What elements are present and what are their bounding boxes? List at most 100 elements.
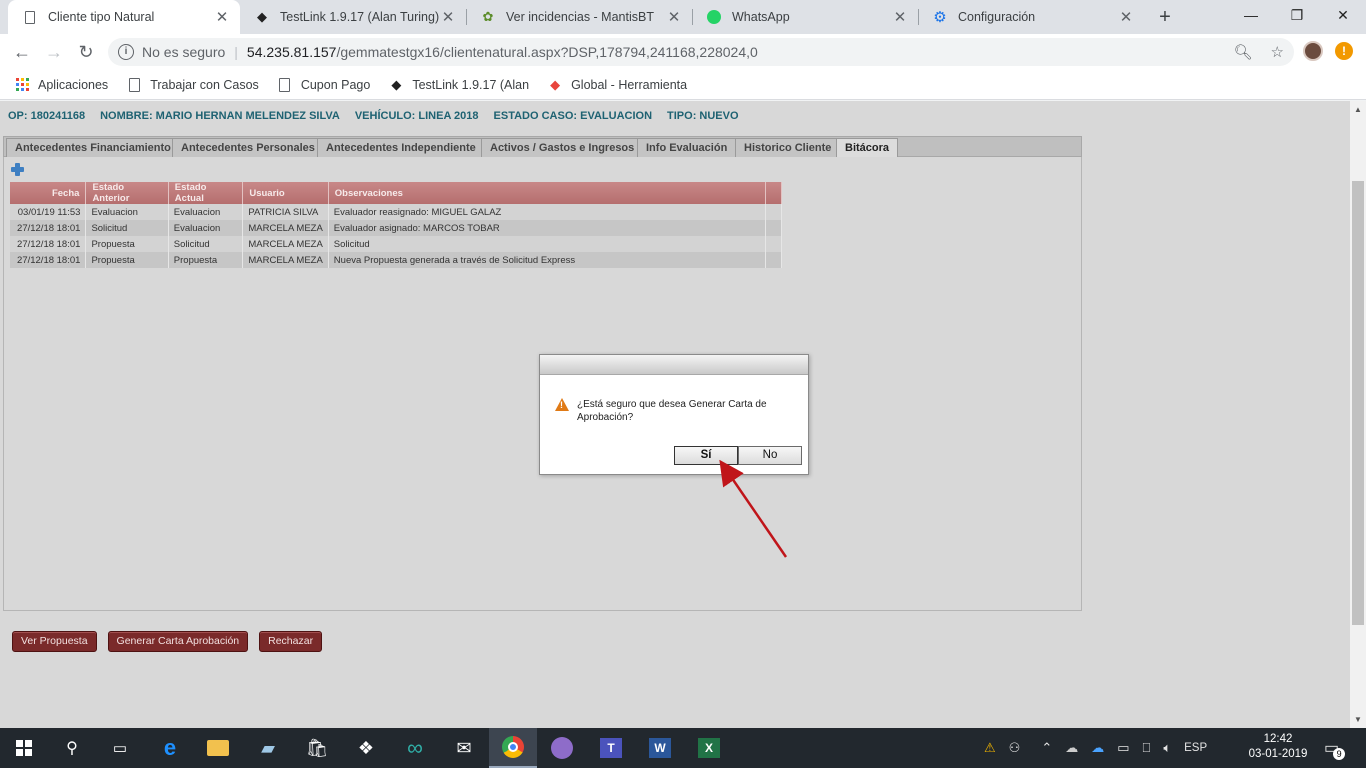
generar-carta-aprobacion-button[interactable]: Generar Carta Aprobación bbox=[107, 631, 249, 652]
notes-icon[interactable]: ▰ bbox=[244, 728, 292, 768]
browser-tab-whatsapp[interactable]: WhatsApp ✕ bbox=[692, 0, 918, 34]
browser-tab-mantis[interactable]: ✿ Ver incidencias - MantisBT ✕ bbox=[466, 0, 692, 34]
excel-icon[interactable]: X bbox=[685, 728, 733, 768]
new-tab-button[interactable]: + bbox=[1153, 4, 1177, 30]
column-header-estado-actual[interactable]: Estado Actual bbox=[168, 182, 244, 204]
chrome-icon[interactable] bbox=[489, 728, 537, 768]
action-center-button[interactable]: ▭ 9 bbox=[1324, 728, 1346, 768]
start-button[interactable] bbox=[0, 728, 48, 768]
edge-icon[interactable]: e bbox=[146, 728, 194, 768]
dropbox-icon[interactable]: ❖ bbox=[342, 728, 390, 768]
column-header-fecha[interactable]: Fecha bbox=[10, 182, 87, 204]
tab-bitacora[interactable]: Bitácora bbox=[836, 138, 899, 157]
app-purple-icon[interactable] bbox=[538, 728, 586, 768]
system-clock[interactable]: 12:42 03-01-2019 bbox=[1238, 732, 1318, 762]
close-icon[interactable]: ✕ bbox=[214, 8, 230, 26]
tab-antecedentes-financiamiento[interactable]: Antecedentes Financiamiento bbox=[6, 138, 180, 157]
store-icon[interactable]: 🛍︎ bbox=[293, 728, 341, 768]
address-bar[interactable]: i No es seguro | 54.235.81.157 /gemmates… bbox=[108, 38, 1294, 66]
back-button[interactable]: ← bbox=[10, 40, 34, 64]
bookmark-label: TestLink 1.9.17 (Alan bbox=[412, 77, 530, 92]
cell-observaciones: Solicitud bbox=[328, 236, 767, 252]
volume-icon[interactable]: 🔈︎ bbox=[1163, 740, 1171, 756]
confirm-no-button[interactable]: No bbox=[738, 446, 802, 465]
system-tray: ⚠ ⚇ ⌃ ☁ ☁ ▭ ⎕ 🔈︎ ESP bbox=[984, 728, 1207, 768]
tab-historico-cliente[interactable]: Historico Cliente bbox=[735, 138, 841, 157]
minimize-button[interactable]: — bbox=[1228, 0, 1274, 32]
browser-tab-title: Ver incidencias - MantisBT bbox=[506, 10, 654, 24]
tab-antecedentes-personales[interactable]: Antecedentes Personales bbox=[172, 138, 324, 157]
arduino-icon[interactable]: ∞ bbox=[391, 728, 439, 768]
tab-antecedentes-independiente[interactable]: Antecedentes Independiente bbox=[317, 138, 485, 157]
onedrive-gray-icon[interactable]: ☁ bbox=[1065, 740, 1078, 756]
confirm-yes-button[interactable]: Sí bbox=[674, 446, 738, 465]
global-icon: ◆ bbox=[550, 76, 561, 92]
close-icon[interactable]: ✕ bbox=[666, 8, 682, 26]
clock-time: 12:42 bbox=[1263, 733, 1293, 745]
network-icon[interactable]: ⎕ bbox=[1143, 740, 1151, 756]
gear-icon: ⚙ bbox=[933, 9, 947, 26]
add-icon[interactable] bbox=[11, 163, 24, 176]
profile-avatar[interactable] bbox=[1303, 41, 1323, 61]
zoom-icon[interactable]: 🔍︎ bbox=[1234, 43, 1253, 61]
column-header-estado-anterior[interactable]: Estado Anterior bbox=[85, 182, 169, 204]
close-icon[interactable]: ✕ bbox=[440, 8, 456, 26]
cell-estado-actual: Evaluacion bbox=[168, 220, 244, 236]
onedrive-blue-icon[interactable]: ☁ bbox=[1091, 740, 1104, 756]
scrollbar-thumb[interactable] bbox=[1352, 181, 1364, 625]
column-header-usuario[interactable]: Usuario bbox=[242, 182, 329, 204]
people-icon[interactable]: ⚇ bbox=[1009, 740, 1021, 756]
tab-activos-gastos-ingresos[interactable]: Activos / Gastos e Ingresos bbox=[481, 138, 644, 157]
file-explorer-icon[interactable] bbox=[194, 728, 242, 768]
op-number: OP: 180241168 bbox=[8, 110, 86, 122]
column-header-observaciones[interactable]: Observaciones bbox=[328, 182, 767, 204]
language-indicator[interactable]: ESP bbox=[1184, 742, 1207, 754]
scroll-down-icon[interactable]: ▼ bbox=[1354, 715, 1362, 724]
dialog-titlebar[interactable] bbox=[540, 355, 808, 375]
bookmark-trabajar-con-casos[interactable]: Trabajar con Casos bbox=[126, 77, 259, 93]
table-row[interactable]: 27/12/18 18:01 Solicitud Evaluacion MARC… bbox=[10, 220, 782, 236]
table-row[interactable]: 27/12/18 18:01 Propuesta Solicitud MARCE… bbox=[10, 236, 782, 252]
chevron-up-icon[interactable]: ⌃ bbox=[1041, 740, 1052, 756]
tab-info-evaluacion[interactable]: Info Evaluación bbox=[637, 138, 737, 157]
mail-icon[interactable]: ✉ bbox=[440, 728, 488, 768]
browser-tab-testlink[interactable]: ◆ TestLink 1.9.17 (Alan Turing) ✕ bbox=[240, 0, 466, 34]
browser-tab-cliente[interactable]: Cliente tipo Natural ✕ bbox=[8, 0, 240, 34]
table-row[interactable]: 27/12/18 18:01 Propuesta Propuesta MARCE… bbox=[10, 252, 782, 268]
close-icon[interactable]: ✕ bbox=[1118, 8, 1134, 26]
battery-icon[interactable]: ▭ bbox=[1117, 740, 1129, 756]
window-close-button[interactable]: ✕ bbox=[1320, 0, 1366, 32]
task-view-icon[interactable]: ▭ bbox=[96, 728, 144, 768]
bookmark-testlink[interactable]: ◆ TestLink 1.9.17 (Alan bbox=[388, 77, 529, 93]
action-buttons: Ver Propuesta Generar Carta Aprobación R… bbox=[12, 631, 323, 652]
section-tabs: Antecedentes Financiamiento Antecedentes… bbox=[3, 136, 1082, 157]
ver-propuesta-button[interactable]: Ver Propuesta bbox=[12, 631, 97, 652]
update-warning-icon[interactable]: ⚠ bbox=[984, 740, 996, 756]
cell-spacer bbox=[765, 252, 782, 268]
bookmark-global-herramienta[interactable]: ◆ Global - Herramienta bbox=[547, 77, 687, 93]
teams-icon[interactable]: T bbox=[587, 728, 635, 768]
restore-button[interactable]: ❐ bbox=[1274, 0, 1320, 32]
reload-button[interactable]: ↻ bbox=[74, 40, 98, 64]
word-icon[interactable]: W bbox=[636, 728, 684, 768]
bookmark-cupon-pago[interactable]: Cupon Pago bbox=[277, 77, 370, 93]
scroll-up-icon[interactable]: ▲ bbox=[1354, 105, 1362, 114]
rechazar-button[interactable]: Rechazar bbox=[259, 631, 323, 652]
search-icon[interactable]: ⚲ bbox=[48, 728, 96, 768]
vehicle: VEHÍCULO: LINEA 2018 bbox=[354, 110, 479, 122]
table-row[interactable]: 03/01/19 11:53 Evaluacion Evaluacion PAT… bbox=[10, 204, 782, 220]
close-icon[interactable]: ✕ bbox=[892, 8, 908, 26]
bookmark-label: Global - Herramienta bbox=[571, 77, 688, 92]
bookmark-aplicaciones[interactable]: Aplicaciones bbox=[14, 77, 108, 93]
client-name: NOMBRE: MARIO HERNAN MELENDEZ SILVA bbox=[100, 110, 340, 122]
testlink-icon: ◆ bbox=[391, 76, 402, 92]
info-icon[interactable]: i bbox=[118, 44, 134, 60]
vertical-scrollbar[interactable]: ▲ ▼ bbox=[1350, 101, 1366, 728]
browser-tab-configuracion[interactable]: ⚙ Configuración ✕ bbox=[918, 0, 1144, 34]
update-alert-icon[interactable]: ! bbox=[1335, 42, 1353, 60]
cell-spacer bbox=[765, 236, 782, 252]
bookmark-star-icon[interactable]: ☆ bbox=[1271, 43, 1284, 61]
case-type: TIPO: NUEVO bbox=[667, 110, 739, 122]
cell-estado-actual: Solicitud bbox=[168, 236, 244, 252]
forward-button[interactable]: → bbox=[42, 40, 66, 64]
